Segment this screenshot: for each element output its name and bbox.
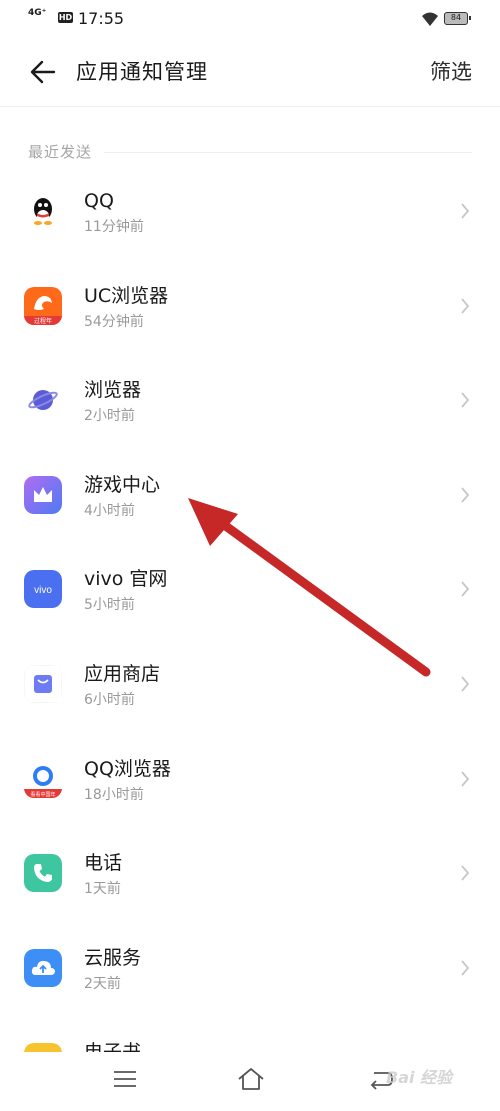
list-item-game-center[interactable]: 游戏中心 4小时前	[0, 448, 500, 543]
chevron-right-icon	[461, 865, 470, 881]
last-sent-time: 2天前	[84, 975, 121, 992]
vivo-logo-icon: vivo	[24, 570, 62, 609]
list-item-cloud-service[interactable]: 云服务 2天前	[0, 921, 500, 1016]
app-name: vivo 官网	[84, 568, 168, 591]
last-sent-time: 54分钟前	[84, 313, 144, 330]
qq-penguin-icon	[24, 192, 62, 230]
battery-indicator: 84	[444, 12, 471, 25]
last-sent-time: 5小时前	[84, 597, 135, 614]
chevron-right-icon	[461, 392, 470, 408]
app-name: 游戏中心	[84, 473, 161, 496]
chevron-right-icon	[461, 298, 470, 314]
ebook-icon	[24, 1043, 62, 1052]
chevron-right-icon	[461, 203, 470, 219]
network-indicator: 4G⁺	[28, 8, 47, 18]
app-name: 应用商店	[84, 662, 161, 685]
app-name: 浏览器	[84, 379, 142, 402]
list-item-phone[interactable]: 电话 1天前	[0, 826, 500, 921]
app-name: 云服务	[84, 946, 142, 969]
last-sent-time: 18小时前	[84, 786, 144, 803]
app-name: QQ	[84, 190, 114, 212]
app-name: UC浏览器	[84, 284, 169, 307]
list-item-qq[interactable]: QQ 11分钟前	[0, 164, 500, 259]
list-item-vivo-site[interactable]: vivo vivo 官网 5小时前	[0, 542, 500, 637]
status-bar: 4G⁺ HD 17:55 84	[0, 0, 500, 38]
uc-browser-icon: 过程年	[24, 286, 62, 325]
list-item-browser[interactable]: 浏览器 2小时前	[0, 353, 500, 448]
page-title: 应用通知管理	[76, 60, 208, 84]
last-sent-time: 11分钟前	[84, 219, 144, 235]
home-icon[interactable]	[236, 1066, 266, 1092]
last-sent-time: 4小时前	[84, 502, 135, 519]
app-list: QQ 11分钟前 过程年 UC浏览器 54分钟前 浏览器 2小时前 游戏中心 4…	[0, 164, 500, 1052]
chevron-right-icon	[461, 581, 470, 597]
top-app-bar: 应用通知管理 筛选	[0, 38, 500, 107]
planet-browser-icon	[24, 381, 62, 420]
last-sent-time: 1天前	[84, 881, 121, 898]
app-name: QQ浏览器	[84, 757, 171, 780]
wifi-icon	[422, 12, 438, 26]
list-item-qq-browser[interactable]: 看看中国年 QQ浏览器 18小时前	[0, 732, 500, 827]
hd-badge: HD	[58, 12, 73, 23]
app-name: 电话	[84, 852, 123, 875]
phone-icon	[24, 854, 62, 893]
watermark: Bai 经验	[386, 1068, 453, 1087]
app-name: 电子书	[84, 1039, 141, 1052]
system-navigation-bar: Bai 经验	[0, 1052, 500, 1111]
status-time: 17:55	[78, 9, 125, 28]
last-sent-time: 2小时前	[84, 408, 135, 425]
list-item-app-store[interactable]: 应用商店 6小时前	[0, 637, 500, 732]
list-item-ebook[interactable]: 电子书	[0, 1015, 500, 1052]
section-label-recent: 最近发送	[28, 143, 93, 161]
shopping-bag-icon	[24, 664, 62, 703]
qq-browser-icon: 看看中国年	[24, 759, 62, 798]
cloud-upload-icon	[24, 948, 62, 987]
crown-icon	[24, 475, 62, 514]
svg-text:vivo: vivo	[34, 585, 52, 596]
menu-icon[interactable]	[112, 1068, 138, 1090]
chevron-right-icon	[461, 770, 470, 787]
chevron-right-icon	[461, 487, 470, 503]
list-item-uc-browser[interactable]: 过程年 UC浏览器 54分钟前	[0, 259, 500, 354]
svg-text:过程年: 过程年	[34, 317, 52, 325]
last-sent-time: 6小时前	[84, 691, 135, 708]
svg-text:看看中国年: 看看中国年	[30, 791, 55, 798]
chevron-right-icon	[461, 960, 470, 976]
chevron-right-icon	[461, 676, 470, 692]
back-arrow-icon[interactable]	[24, 56, 64, 88]
filter-button[interactable]: 筛选	[430, 58, 472, 86]
section-divider	[104, 152, 472, 153]
